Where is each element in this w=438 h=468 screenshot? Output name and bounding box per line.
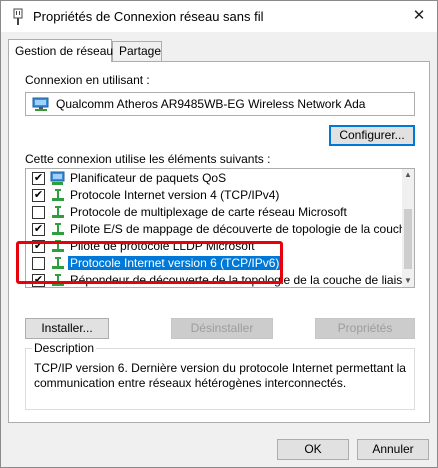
item-checkbox[interactable]: ✔ bbox=[32, 172, 45, 185]
scroll-up-icon[interactable]: ▲ bbox=[402, 169, 414, 181]
item-label: Planificateur de paquets QoS bbox=[70, 171, 227, 185]
close-button[interactable]: ✕ bbox=[407, 5, 431, 27]
list-item[interactable]: Protocole de multiplexage de carte résea… bbox=[26, 204, 404, 221]
connect-using-label: Connexion en utilisant : bbox=[25, 73, 150, 87]
protocol-icon bbox=[52, 257, 64, 269]
list-item[interactable]: ✔ Pilote E/S de mappage de découverte de… bbox=[26, 221, 414, 238]
components-label: Cette connexion utilise les éléments sui… bbox=[25, 152, 271, 166]
list-item[interactable]: ✔ Planificateur de paquets QoS bbox=[26, 170, 404, 187]
network-card-icon bbox=[32, 97, 49, 111]
window-title: Propriétés de Connexion réseau sans fil bbox=[33, 9, 264, 24]
item-checkbox[interactable] bbox=[32, 206, 45, 219]
description-group: Description TCP/IP version 6. Dernière v… bbox=[25, 341, 415, 410]
tab-networking[interactable]: Gestion de réseau bbox=[8, 39, 113, 62]
components-list: ✔ Planificateur de paquets QoS ✔ Protoco… bbox=[25, 168, 415, 288]
item-label: Pilote E/S de mappage de découverte de t… bbox=[70, 222, 415, 236]
protocol-icon bbox=[52, 206, 64, 218]
item-checkbox[interactable]: ✔ bbox=[32, 240, 45, 253]
list-scrollbar[interactable]: ▲ ▼ bbox=[402, 169, 414, 287]
cancel-button[interactable]: Annuler bbox=[357, 439, 429, 460]
qos-icon bbox=[50, 171, 65, 185]
adapter-name: Qualcomm Atheros AR9485WB-EG Wireless Ne… bbox=[56, 97, 366, 111]
properties-dialog: Propriétés de Connexion réseau sans fil … bbox=[0, 0, 438, 468]
list-item[interactable]: ✔ Répondeur de découverte de la topologi… bbox=[26, 272, 414, 287]
description-text: TCP/IP version 6. Dernière version du pr… bbox=[34, 361, 406, 390]
item-label: Protocole de multiplexage de carte résea… bbox=[70, 205, 347, 219]
install-button[interactable]: Installer... bbox=[25, 318, 109, 339]
item-label: Protocole Internet version 4 (TCP/IPv4) bbox=[70, 188, 280, 202]
uninstall-button[interactable]: Désinstaller bbox=[171, 318, 273, 339]
list-item-selected[interactable]: Protocole Internet version 6 (TCP/IPv6) bbox=[26, 255, 404, 272]
protocol-icon bbox=[52, 189, 64, 201]
description-title: Description bbox=[32, 341, 97, 355]
protocol-icon bbox=[52, 223, 64, 235]
item-checkbox[interactable] bbox=[32, 257, 45, 270]
item-label: Répondeur de découverte de la topologie … bbox=[70, 273, 415, 287]
network-adapter-icon bbox=[13, 8, 23, 25]
item-checkbox[interactable]: ✔ bbox=[32, 223, 45, 236]
properties-button[interactable]: Propriétés bbox=[315, 318, 415, 339]
tab-sharing[interactable]: Partage bbox=[112, 41, 162, 61]
item-label: Protocole Internet version 6 (TCP/IPv6) bbox=[68, 256, 282, 270]
protocol-icon bbox=[52, 274, 64, 286]
item-label: Pilote de protocole LLDP Microsoft bbox=[70, 239, 255, 253]
ok-button[interactable]: OK bbox=[277, 439, 349, 460]
scroll-thumb[interactable] bbox=[404, 209, 412, 269]
scroll-down-icon[interactable]: ▼ bbox=[402, 275, 414, 287]
networking-panel: Connexion en utilisant : Qualcomm Athero… bbox=[8, 61, 430, 423]
adapter-field: Qualcomm Atheros AR9485WB-EG Wireless Ne… bbox=[25, 92, 415, 116]
list-item[interactable]: ✔ Pilote de protocole LLDP Microsoft bbox=[26, 238, 404, 255]
item-checkbox[interactable]: ✔ bbox=[32, 189, 45, 202]
configure-button[interactable]: Configurer... bbox=[329, 125, 415, 146]
item-checkbox[interactable]: ✔ bbox=[32, 274, 45, 287]
list-item[interactable]: ✔ Protocole Internet version 4 (TCP/IPv4… bbox=[26, 187, 404, 204]
title-bar: Propriétés de Connexion réseau sans fil … bbox=[1, 1, 437, 32]
protocol-icon bbox=[52, 240, 64, 252]
